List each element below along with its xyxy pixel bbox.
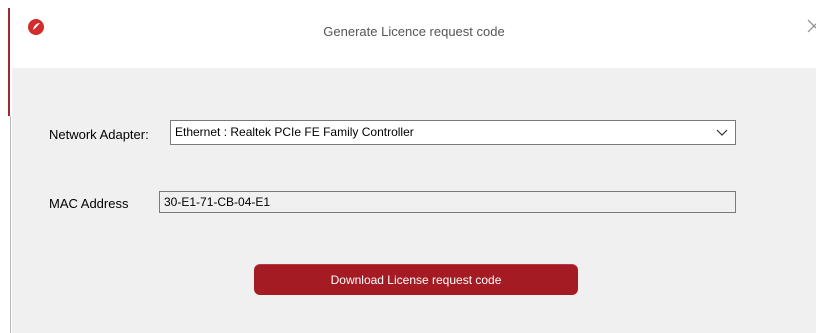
network-adapter-selected-value: Ethernet : Realtek PCIe FE Family Contro…: [175, 125, 414, 139]
left-divider: [10, 116, 11, 333]
mac-address-value: 30-E1-71-CB-04-E1: [164, 195, 271, 209]
network-adapter-select[interactable]: Ethernet : Realtek PCIe FE Family Contro…: [170, 120, 736, 145]
left-accent-bar: [8, 8, 10, 116]
network-adapter-label: Network Adapter:: [49, 127, 149, 142]
mac-address-label: MAC Address: [49, 196, 129, 211]
chevron-down-icon[interactable]: [715, 125, 729, 139]
close-icon[interactable]: [807, 19, 816, 38]
title-bar: Generate Licence request code: [12, 0, 816, 68]
dialog-title: Generate Licence request code: [323, 24, 505, 39]
license-request-dialog: Generate Licence request code Network Ad…: [0, 0, 816, 333]
mac-address-field: 30-E1-71-CB-04-E1: [159, 191, 736, 213]
close-button[interactable]: [800, 14, 816, 42]
download-button-label: Download License request code: [330, 272, 502, 287]
download-license-request-button[interactable]: Download License request code: [254, 264, 578, 295]
